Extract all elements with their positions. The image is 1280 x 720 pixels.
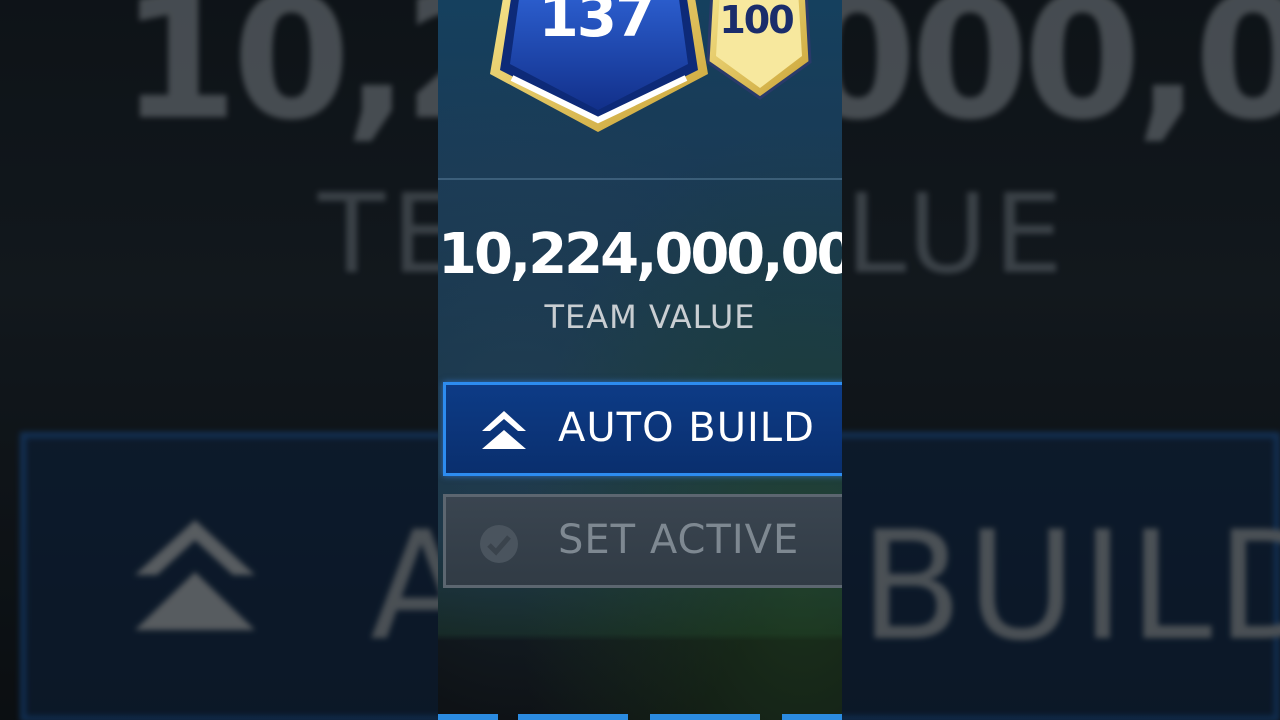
bottom-tab-bar (438, 712, 842, 720)
bottom-tab[interactable] (518, 714, 628, 720)
team-ovr-rating: 137 (538, 0, 655, 50)
bottom-tab[interactable] (782, 714, 842, 720)
set-active-label: SET ACTIVE (558, 517, 800, 563)
team-value-amount: 10,224,000,000 (438, 222, 842, 287)
blurred-background-left: 10,224,000,000 TEAM VALUE AUTO BUILD (0, 0, 438, 720)
set-active-button[interactable]: SET ACTIVE (443, 494, 842, 588)
auto-build-label: AUTO BUILD (558, 405, 815, 451)
team-value-label: TEAM VALUE (544, 298, 756, 336)
team-summary-panel: 137 100 10,224,000,000 TEAM VALUE AUTO B… (438, 0, 842, 720)
divider (438, 178, 842, 180)
auto-build-button[interactable]: AUTO BUILD (443, 382, 842, 476)
screen: 10,224,000,000 TEAM VALUE AUTO BUILD 10,… (0, 0, 1280, 720)
bottom-tab[interactable] (438, 714, 498, 720)
blurred-background-right: 10,224,000,000 TEAM VALUE AUTO BUILD (842, 0, 1280, 720)
double-chevron-up-icon (482, 411, 526, 449)
bottom-tab[interactable] (650, 714, 760, 720)
team-level: 100 (719, 0, 794, 42)
checkmark-circle-icon (480, 525, 518, 563)
